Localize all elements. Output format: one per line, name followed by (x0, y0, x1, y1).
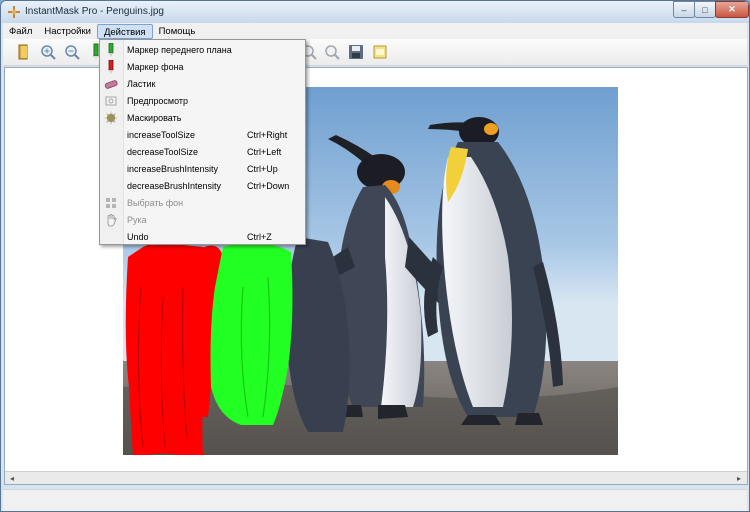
save-icon[interactable] (347, 43, 365, 61)
menu-item-decrease-brush-intensity[interactable]: decreaseBrushIntensity Ctrl+Down (100, 178, 305, 195)
menu-item-increase-tool-size[interactable]: increaseToolSize Ctrl+Right (100, 127, 305, 144)
scroll-right-icon[interactable]: ▸ (737, 474, 741, 483)
menu-item-background-marker[interactable]: Маркер фона (100, 59, 305, 76)
export-icon[interactable] (371, 43, 389, 61)
menu-item-label: Маркер фона (127, 62, 184, 72)
horizontal-scrollbar[interactable]: ◂ ▸ (5, 471, 747, 484)
menu-item-label: decreaseToolSize (127, 147, 199, 157)
preview-icon (105, 96, 117, 106)
menu-file[interactable]: Файл (3, 24, 38, 39)
menu-item-undo[interactable]: Undo Ctrl+Z (100, 229, 305, 246)
app-logo-icon (8, 6, 20, 18)
menu-item-label: Undo (127, 232, 149, 242)
menu-help[interactable]: Помощь (153, 24, 202, 39)
app-window: InstantMask Pro - Penguins.jpg – □ ✕ Фай… (0, 0, 750, 512)
menu-item-preview[interactable]: Предпросмотр (100, 93, 305, 110)
open-folder-icon[interactable] (15, 43, 33, 61)
window-title: InstantMask Pro - Penguins.jpg (25, 6, 164, 17)
maximize-icon: □ (702, 4, 708, 15)
eraser-icon (104, 80, 118, 89)
zoom-out-icon[interactable] (63, 43, 81, 61)
green-marker-icon (108, 43, 114, 57)
minimize-button[interactable]: – (673, 1, 695, 18)
title-bar: InstantMask Pro - Penguins.jpg – □ ✕ (1, 1, 749, 23)
menu-item-label: Выбрать фон (127, 198, 184, 208)
select-background-icon (106, 198, 116, 208)
menu-item-label: Ластик (127, 79, 156, 89)
status-bar (3, 489, 747, 511)
menu-actions[interactable]: Действия (96, 23, 153, 39)
maximize-button[interactable]: □ (694, 1, 716, 18)
menu-item-label: increaseBrushIntensity (127, 164, 219, 174)
zoom-in-icon[interactable] (39, 43, 57, 61)
menu-item-mask[interactable]: Маскировать (100, 110, 305, 127)
menu-item-foreground-marker[interactable]: Маркер переднего плана (100, 42, 305, 59)
menu-settings[interactable]: Настройки (38, 24, 97, 39)
menu-item-label: increaseToolSize (127, 130, 196, 140)
menu-item-shortcut: Ctrl+Up (247, 164, 278, 174)
mask-icon (104, 111, 118, 125)
actions-dropdown-menu: Маркер переднего плана Маркер фона Ласти… (99, 39, 306, 245)
menu-item-hand: Рука (100, 212, 305, 229)
menu-item-shortcut: Ctrl+Right (247, 130, 288, 140)
menu-bar: Файл Настройки Действия Помощь (3, 23, 747, 39)
menu-item-decrease-tool-size[interactable]: decreaseToolSize Ctrl+Left (100, 144, 305, 161)
close-icon: ✕ (728, 4, 736, 14)
menu-item-shortcut: Ctrl+Left (247, 147, 282, 157)
menu-item-label: decreaseBrushIntensity (127, 181, 222, 191)
menu-item-eraser[interactable]: Ластик (100, 76, 305, 93)
close-button[interactable]: ✕ (715, 1, 749, 18)
menu-item-select-background: Выбрать фон (100, 195, 305, 212)
menu-item-shortcut: Ctrl+Down (247, 181, 290, 191)
menu-item-label: Предпросмотр (127, 96, 189, 106)
menu-item-increase-brush-intensity[interactable]: increaseBrushIntensity Ctrl+Up (100, 161, 305, 178)
red-marker-icon (108, 60, 114, 74)
menu-item-label: Маркер переднего плана (127, 45, 232, 55)
minimize-icon: – (681, 4, 687, 15)
hand-icon (107, 214, 117, 227)
menu-item-label: Маскировать (127, 113, 182, 123)
zoom-out-icon[interactable] (323, 43, 341, 61)
scroll-left-icon[interactable]: ◂ (10, 474, 14, 483)
menu-item-label: Рука (127, 215, 147, 225)
menu-item-shortcut: Ctrl+Z (247, 232, 272, 242)
